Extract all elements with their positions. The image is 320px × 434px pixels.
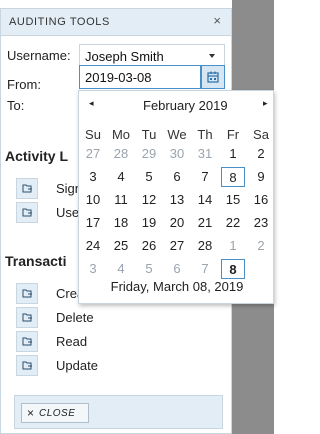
- calendar-day[interactable]: 19: [137, 213, 161, 233]
- to-label: To:: [7, 98, 25, 113]
- calendar-day[interactable]: 20: [165, 213, 189, 233]
- calendar-day[interactable]: 11: [109, 190, 133, 210]
- month-title[interactable]: February 2019: [143, 98, 228, 113]
- calendar-day[interactable]: 4: [109, 259, 133, 279]
- username-value: Joseph Smith: [85, 49, 164, 64]
- weekday-header: Sa: [253, 127, 269, 142]
- calendar-day[interactable]: 26: [137, 236, 161, 256]
- calendar-day[interactable]: 6: [165, 259, 189, 279]
- calendar-day[interactable]: 18: [109, 213, 133, 233]
- close-icon: ×: [27, 406, 35, 420]
- calendar-day[interactable]: 16: [249, 190, 273, 210]
- transaction-item-button-2[interactable]: [16, 307, 38, 328]
- calendar-day[interactable]: 31: [193, 144, 217, 164]
- date-picker-popup: ◂ February 2019 ▸ Su Mo Tu We Th Fr Sa 27 28 29 30…: [78, 90, 274, 304]
- calendar-day[interactable]: 17: [81, 213, 105, 233]
- weekday-header: Fr: [226, 127, 240, 142]
- from-label: From:: [7, 77, 41, 92]
- calendar-day[interactable]: 25: [109, 236, 133, 256]
- weekday-header: Tu: [141, 127, 157, 142]
- calendar-day[interactable]: 27: [165, 236, 189, 256]
- close-button[interactable]: × CLOSE: [21, 403, 89, 423]
- log-icon: [22, 184, 32, 193]
- calendar-day[interactable]: 10: [81, 190, 105, 210]
- close-icon[interactable]: ×: [213, 13, 221, 28]
- calendar-day[interactable]: 5: [137, 259, 161, 279]
- calendar-day[interactable]: 8: [221, 167, 245, 187]
- transaction-item-label-3[interactable]: Read: [56, 334, 87, 349]
- calendar-day[interactable]: 23: [249, 213, 273, 233]
- calendar-day[interactable]: 13: [165, 190, 189, 210]
- panel-footer: × CLOSE: [14, 395, 223, 429]
- date-picker-header: ◂ February 2019 ▸: [79, 91, 275, 119]
- log-icon: [22, 361, 32, 370]
- weekday-header: Mo: [111, 127, 131, 142]
- chevron-down-icon: [209, 54, 215, 58]
- transaction-section-title: Transacti: [5, 253, 67, 269]
- next-month-button[interactable]: ▸: [263, 98, 268, 109]
- from-date-input[interactable]: 2019-03-08: [79, 65, 201, 89]
- transaction-item-label-2[interactable]: Delete: [56, 310, 94, 325]
- calendar-day[interactable]: 5: [137, 167, 161, 187]
- panel-header: AUDITING TOOLS ×: [1, 9, 231, 36]
- log-icon: [22, 313, 32, 322]
- username-label: Username:: [7, 48, 71, 63]
- today-footer-link[interactable]: Friday, March 08, 2019: [79, 279, 275, 294]
- calendar-day[interactable]: 12: [137, 190, 161, 210]
- calendar-day[interactable]: 29: [137, 144, 161, 164]
- activity-section-title: Activity L: [5, 148, 69, 164]
- calendar-day[interactable]: 3: [81, 167, 105, 187]
- calendar-button[interactable]: [201, 65, 225, 89]
- calendar-day[interactable]: 4: [109, 167, 133, 187]
- calendar-day[interactable]: 9: [249, 167, 273, 187]
- calendar-day[interactable]: 28: [109, 144, 133, 164]
- calendar-day[interactable]: 24: [81, 236, 105, 256]
- panel-title: AUDITING TOOLS: [9, 16, 110, 28]
- transaction-item-button-4[interactable]: [16, 355, 38, 376]
- log-icon: [22, 337, 32, 346]
- calendar-day[interactable]: 7: [193, 259, 217, 279]
- calendar-day[interactable]: 2: [249, 236, 273, 256]
- prev-month-button[interactable]: ◂: [89, 98, 94, 109]
- calendar-day[interactable]: 8: [221, 259, 245, 279]
- weekday-header: We: [167, 127, 187, 142]
- activity-item-label-2[interactable]: Use: [56, 205, 79, 220]
- calendar-day[interactable]: 22: [221, 213, 245, 233]
- activity-item-button-1[interactable]: [16, 178, 38, 199]
- calendar-day[interactable]: 2: [249, 144, 273, 164]
- calendar-day[interactable]: 14: [193, 190, 217, 210]
- calendar-icon: [207, 71, 219, 83]
- calendar-day[interactable]: 1: [221, 144, 245, 164]
- calendar-day[interactable]: 28: [193, 236, 217, 256]
- weekday-header: Su: [85, 127, 101, 142]
- weekday-header: Th: [197, 127, 213, 142]
- transaction-item-label-4[interactable]: Update: [56, 358, 98, 373]
- calendar-day[interactable]: 3: [81, 259, 105, 279]
- log-icon: [22, 208, 32, 217]
- calendar-day[interactable]: 1: [221, 236, 245, 256]
- calendar-day[interactable]: 30: [165, 144, 189, 164]
- calendar-day[interactable]: 6: [165, 167, 189, 187]
- transaction-item-button-1[interactable]: [16, 283, 38, 304]
- from-date-value: 2019-03-08: [85, 70, 152, 85]
- calendar-day[interactable]: 15: [221, 190, 245, 210]
- calendar-day[interactable]: 7: [193, 167, 217, 187]
- calendar-day[interactable]: 21: [193, 213, 217, 233]
- calendar-day[interactable]: 27: [81, 144, 105, 164]
- activity-item-button-2[interactable]: [16, 202, 38, 223]
- transaction-item-button-3[interactable]: [16, 331, 38, 352]
- log-icon: [22, 289, 32, 298]
- close-button-label: CLOSE: [39, 408, 76, 419]
